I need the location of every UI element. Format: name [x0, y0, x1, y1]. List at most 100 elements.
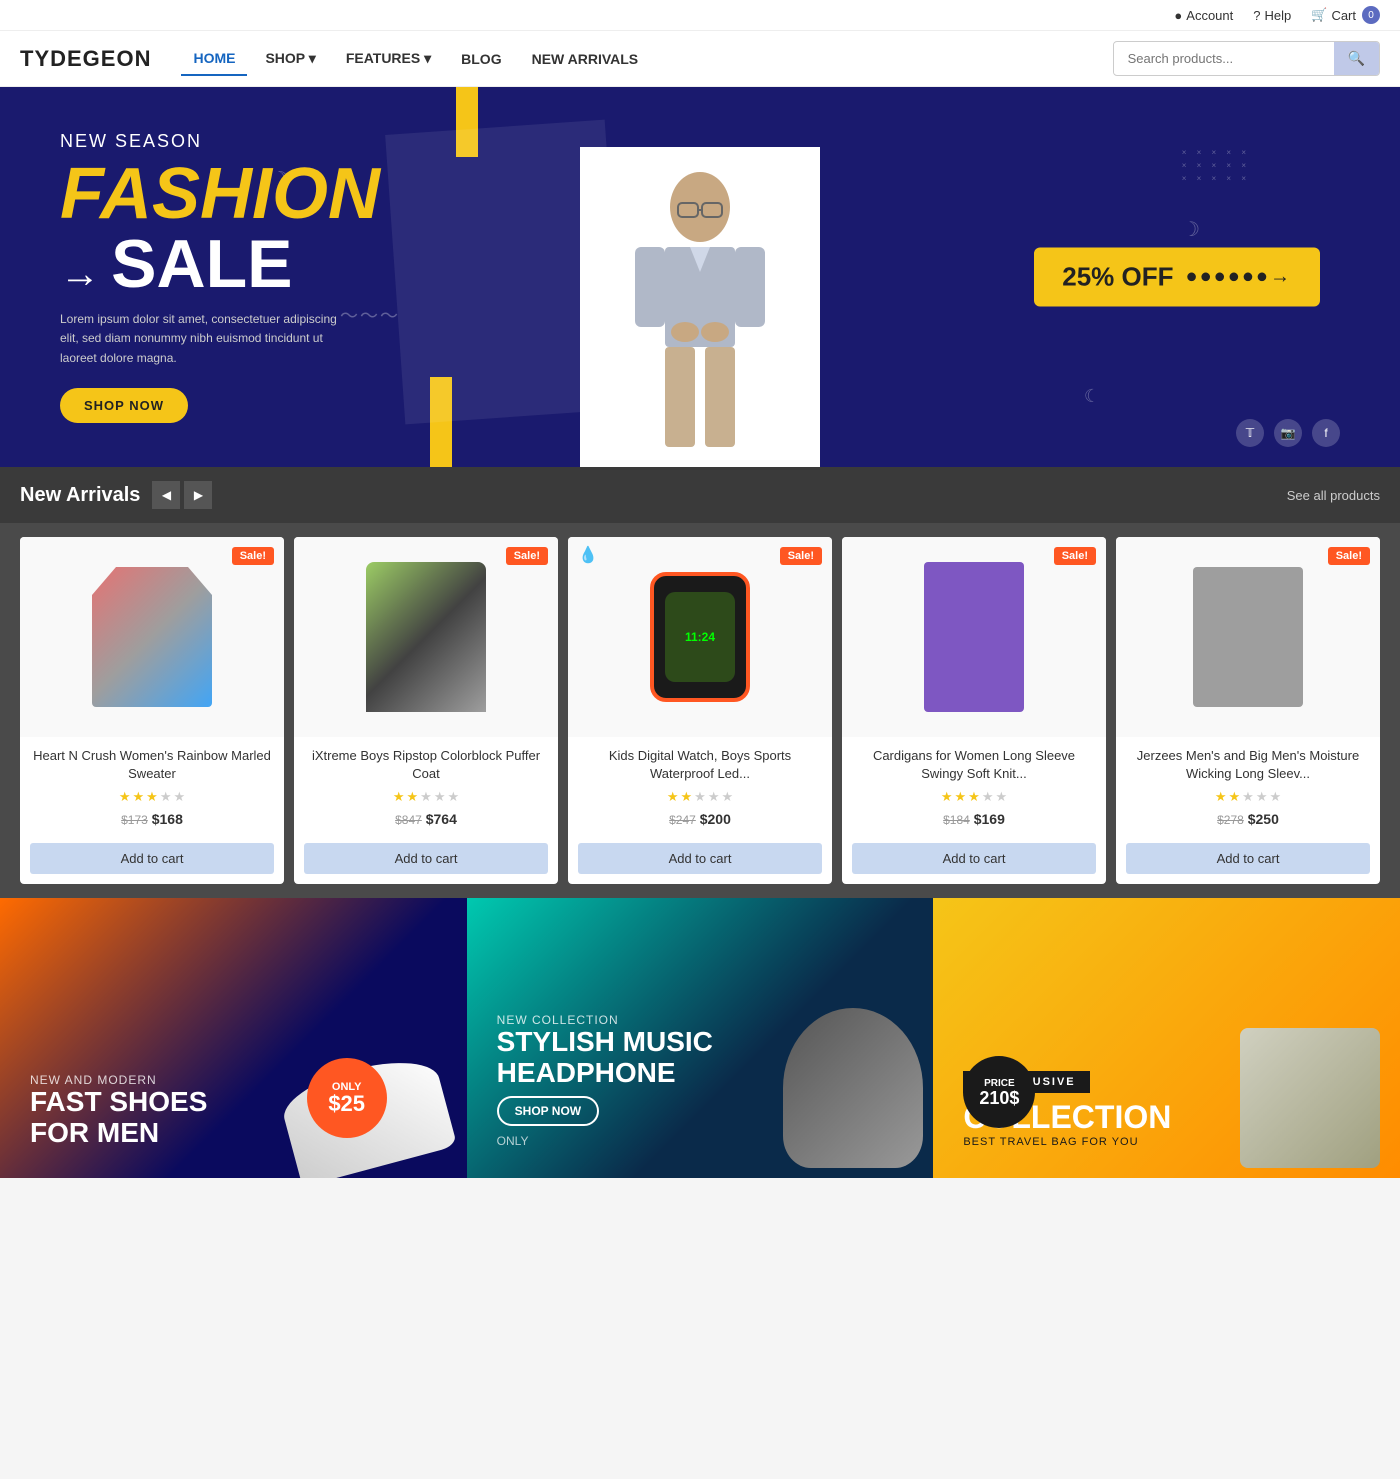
- nav-new-arrivals[interactable]: NEW ARRIVALS: [520, 43, 651, 75]
- help-link[interactable]: ? Help: [1253, 8, 1291, 23]
- site-logo[interactable]: TYDEGEON: [20, 46, 151, 72]
- star-1: ★: [1229, 789, 1241, 805]
- hero-banner: NEW SEASON FASHION SALE Lorem ipsum dolo…: [0, 87, 1400, 467]
- promo-headphone-cta[interactable]: SHOP NOW: [497, 1096, 599, 1126]
- star-0: ★: [941, 789, 953, 805]
- star-1: ★: [133, 789, 145, 805]
- product-name: Jerzees Men's and Big Men's Moisture Wic…: [1126, 747, 1370, 783]
- add-to-cart-button[interactable]: Add to cart: [852, 843, 1096, 874]
- nav-home[interactable]: HOME: [181, 42, 247, 76]
- promo-shoes-big-text: FAST SHOESFOR MEN: [30, 1087, 207, 1149]
- hero-dots-arrow: ●●●●●●→: [1186, 266, 1292, 289]
- product-image-placeholder: [20, 537, 284, 737]
- star-0: ★: [1215, 789, 1227, 805]
- section-title-area: New Arrivals ◀ ▶: [20, 481, 212, 509]
- add-to-cart-button[interactable]: Add to cart: [304, 843, 548, 874]
- hero-social-links: 𝕋 📷 f: [1236, 419, 1340, 447]
- bag-price-value: 210$: [979, 1089, 1019, 1107]
- see-all-link[interactable]: See all products: [1287, 488, 1380, 503]
- star-0: ★: [667, 789, 679, 805]
- product-image-area: Sale!: [20, 537, 284, 737]
- prev-arrow-button[interactable]: ◀: [152, 481, 180, 509]
- promo-shoes-price-value: $25: [328, 1093, 365, 1115]
- product-name: Cardigans for Women Long Sleeve Swingy S…: [852, 747, 1096, 783]
- nav-shop[interactable]: SHOP ▾: [253, 42, 327, 75]
- search-button[interactable]: 🔍: [1334, 42, 1379, 75]
- price-new: $250: [1248, 811, 1279, 827]
- hero-model-box: [580, 147, 820, 467]
- product-stars: ★★★★★: [1126, 789, 1370, 805]
- product-image-area: Sale!: [294, 537, 558, 737]
- hero-subtitle: NEW SEASON: [60, 131, 380, 152]
- promo-section: NEW AND MODERN FAST SHOESFOR MEN ONLY $2…: [0, 898, 1400, 1178]
- product-image-area: Sale!: [842, 537, 1106, 737]
- account-link[interactable]: ● Account: [1174, 8, 1233, 23]
- star-3: ★: [1256, 789, 1268, 805]
- product-image-placeholder: [842, 537, 1106, 737]
- product-card-0: Sale! Heart N Crush Women's Rainbow Marl…: [20, 537, 284, 884]
- product-stars: ★★★★★: [30, 789, 274, 805]
- product-image-placeholder: [1116, 537, 1380, 737]
- product-image-placeholder: [294, 537, 558, 737]
- star-4: ★: [721, 789, 733, 805]
- carousel-arrows: ◀ ▶: [152, 481, 212, 509]
- product-stars: ★★★★★: [578, 789, 822, 805]
- star-1: ★: [681, 789, 693, 805]
- next-arrow-button[interactable]: ▶: [184, 481, 212, 509]
- account-label: Account: [1186, 8, 1233, 23]
- nav-blog[interactable]: BLOG: [449, 43, 513, 75]
- products-grid: Sale! Heart N Crush Women's Rainbow Marl…: [0, 523, 1400, 898]
- star-3: ★: [708, 789, 720, 805]
- new-arrivals-header: New Arrivals ◀ ▶ See all products: [0, 467, 1400, 523]
- star-3: ★: [434, 789, 446, 805]
- deco-moon-right: ☽: [1182, 217, 1200, 242]
- product-image-jacket: [366, 562, 486, 712]
- facebook-icon[interactable]: f: [1312, 419, 1340, 447]
- bag-subtitle: BEST TRAVEL BAG FOR YOU: [963, 1136, 1171, 1148]
- product-info: Cardigans for Women Long Sleeve Swingy S…: [842, 737, 1106, 837]
- price-old: $847: [395, 813, 422, 827]
- add-to-cart-button[interactable]: Add to cart: [578, 843, 822, 874]
- star-4: ★: [995, 789, 1007, 805]
- twitter-icon[interactable]: 𝕋: [1236, 419, 1264, 447]
- add-to-cart-button[interactable]: Add to cart: [1126, 843, 1370, 874]
- hero-cta-button[interactable]: SHOP NOW: [60, 388, 188, 423]
- product-image-watch: 11:24: [650, 572, 750, 702]
- product-price: $278 $250: [1126, 811, 1370, 827]
- hero-discount-text: 25% OFF: [1062, 262, 1173, 293]
- price-old: $184: [943, 813, 970, 827]
- hero-description: Lorem ipsum dolor sit amet, consectetuer…: [60, 310, 340, 368]
- cart-icon: 🛒: [1311, 7, 1327, 23]
- nav-features[interactable]: FEATURES ▾: [334, 42, 443, 75]
- promo-headphone-big-text: STYLISH MUSICHEADPHONE: [497, 1027, 713, 1089]
- star-1: ★: [955, 789, 967, 805]
- add-to-cart-button[interactable]: Add to cart: [30, 843, 274, 874]
- price-new: $200: [700, 811, 731, 827]
- product-card-2: 💧 Sale! 11:24 Kids Digital Watch, Boys S…: [568, 537, 832, 884]
- price-new: $764: [426, 811, 457, 827]
- search-bar: 🔍: [1113, 41, 1380, 76]
- product-info: iXtreme Boys Ripstop Colorblock Puffer C…: [294, 737, 558, 837]
- product-info: Jerzees Men's and Big Men's Moisture Wic…: [1116, 737, 1380, 837]
- product-name: Kids Digital Watch, Boys Sports Waterpro…: [578, 747, 822, 783]
- promo-headphone-content: New Collection STYLISH MUSICHEADPHONE SH…: [497, 1013, 713, 1149]
- product-info: Heart N Crush Women's Rainbow Marled Swe…: [20, 737, 284, 837]
- hero-dots-grid: × × × × ×× × × × ×× × × × ×: [1182, 147, 1250, 185]
- product-image-cardigan: [924, 562, 1024, 712]
- star-3: ★: [160, 789, 172, 805]
- deco-moon-bottom: ☾: [1084, 386, 1100, 407]
- instagram-icon[interactable]: 📷: [1274, 419, 1302, 447]
- header: TYDEGEON HOME SHOP ▾ FEATURES ▾ BLOG NEW…: [0, 31, 1400, 87]
- price-old: $247: [669, 813, 696, 827]
- product-image-area: 💧 Sale! 11:24: [568, 537, 832, 737]
- search-input[interactable]: [1114, 43, 1334, 74]
- cart-link[interactable]: 🛒 Cart 0: [1311, 6, 1380, 24]
- product-stars: ★★★★★: [852, 789, 1096, 805]
- star-3: ★: [982, 789, 994, 805]
- bag-shape: [1240, 1028, 1380, 1168]
- hero-content: NEW SEASON FASHION SALE Lorem ipsum dolo…: [0, 91, 440, 463]
- cart-label: Cart: [1331, 8, 1356, 23]
- product-price: $247 $200: [578, 811, 822, 827]
- product-price: $847 $764: [304, 811, 548, 827]
- product-stars: ★★★★★: [304, 789, 548, 805]
